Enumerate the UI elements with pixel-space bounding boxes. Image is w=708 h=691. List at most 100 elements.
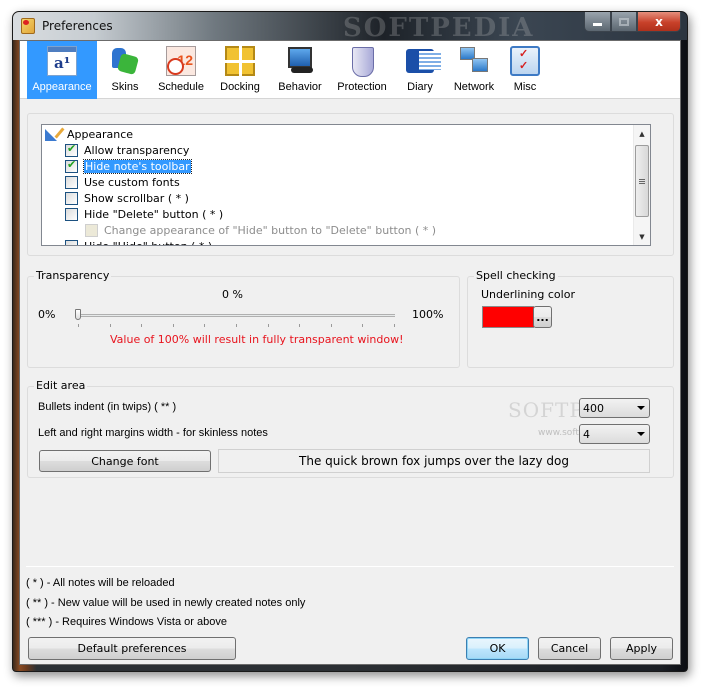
- transparency-warning: Value of 100% will result in fully trans…: [110, 333, 404, 346]
- font-preview: The quick brown fox jumps over the lazy …: [218, 449, 650, 473]
- book-icon: [405, 46, 441, 76]
- checkbox[interactable]: [65, 175, 78, 189]
- tree-option[interactable]: Use custom fonts: [65, 174, 180, 190]
- slider-tick: [173, 324, 174, 327]
- option-label: Allow transparency: [84, 143, 190, 157]
- option-label: Hide note's toolbar: [83, 158, 192, 174]
- slider-tick: [141, 324, 142, 327]
- tab-label: Protection: [337, 81, 387, 93]
- tree-option[interactable]: Allow transparency: [65, 142, 189, 158]
- tab-protection[interactable]: Protection: [329, 41, 395, 99]
- category-toolbar: Appearance Skins Schedule Docking Behavi…: [20, 41, 680, 99]
- tree-root-label: Appearance: [67, 127, 134, 141]
- option-label: Use custom fonts: [84, 175, 180, 189]
- ok-button[interactable]: OK: [466, 637, 529, 660]
- tab-skins[interactable]: Skins: [97, 41, 153, 99]
- note-new-notes: ( ** ) - New value will be used in newly…: [26, 597, 306, 609]
- min-label: 0%: [38, 308, 56, 321]
- slider-tick: [299, 324, 300, 327]
- slider-tick: [78, 324, 79, 327]
- tree-root[interactable]: Appearance: [45, 126, 133, 142]
- tab-label: Appearance: [32, 81, 92, 93]
- bullets-indent-select[interactable]: 400: [579, 398, 650, 418]
- tab-label: Docking: [220, 81, 260, 93]
- app-icon: [21, 18, 35, 34]
- tab-behavior[interactable]: Behavior: [271, 41, 329, 99]
- max-label: 100%: [412, 308, 444, 321]
- tree-option[interactable]: Show scrollbar ( * ): [65, 190, 189, 206]
- options-tree[interactable]: Appearance Allow transparencyHide note's…: [41, 124, 651, 246]
- slider-tick: [236, 324, 237, 327]
- color-picker-button[interactable]: ...: [533, 306, 552, 328]
- spell-checking-legend: Spell checking: [474, 269, 558, 282]
- title-bar[interactable]: Preferences SOFTPEDIA x: [13, 12, 687, 43]
- note-vista: ( *** ) - Requires Windows Vista or abov…: [26, 616, 227, 628]
- underlining-color-label: Underlining color: [481, 288, 575, 301]
- footer-separator: [26, 566, 674, 567]
- tab-docking[interactable]: Docking: [209, 41, 271, 99]
- calendar-clock-icon: [166, 46, 196, 76]
- checkbox[interactable]: [65, 239, 78, 245]
- options-group: Appearance Allow transparencyHide note's…: [27, 113, 674, 256]
- checkbox[interactable]: [65, 191, 78, 205]
- scroll-up-arrow[interactable]: ▲: [634, 125, 650, 142]
- default-preferences-button[interactable]: Default preferences: [28, 637, 236, 660]
- transparency-legend: Transparency: [34, 269, 112, 282]
- checkbox[interactable]: [65, 158, 78, 173]
- spell-checking-group: Spell checking Underlining color ...: [467, 269, 674, 368]
- tab-network[interactable]: Network: [445, 41, 503, 99]
- margins-width-value: 4: [583, 427, 590, 441]
- margins-width-select[interactable]: 4: [579, 424, 650, 444]
- minimize-button[interactable]: [584, 12, 611, 32]
- scroll-thumb[interactable]: [635, 145, 649, 217]
- tab-appearance[interactable]: Appearance: [27, 41, 97, 99]
- transparency-value: 0 %: [222, 288, 243, 301]
- scroll-down-arrow[interactable]: ▼: [634, 228, 650, 245]
- edit-area-legend: Edit area: [34, 379, 88, 392]
- tab-label: Schedule: [158, 81, 204, 93]
- tree-scrollbar[interactable]: ▲ ▼: [633, 125, 650, 245]
- tab-label: Skins: [111, 81, 139, 93]
- option-label: Change appearance of "Hide" button to "D…: [104, 223, 437, 237]
- tab-misc[interactable]: Misc: [503, 41, 547, 99]
- checklist-icon: [510, 46, 540, 76]
- close-button[interactable]: x: [637, 12, 681, 32]
- computer-icon: [285, 46, 315, 76]
- tab-label: Misc: [513, 81, 537, 93]
- chevron-down-icon: [637, 406, 645, 410]
- chevron-down-icon: [637, 432, 645, 436]
- shield-icon: [347, 46, 377, 77]
- maximize-button[interactable]: [611, 12, 637, 32]
- tree-option[interactable]: Change appearance of "Hide" button to "D…: [85, 222, 436, 238]
- tree-option[interactable]: Hide "Delete" button ( * ): [65, 206, 223, 222]
- transparency-group: Transparency 0 % 0% 100% Value of 100% w…: [27, 269, 460, 368]
- slider-tick: [362, 324, 363, 327]
- dialog-client: Appearance Skins Schedule Docking Behavi…: [19, 40, 681, 665]
- slider-tick: [394, 324, 395, 327]
- tree-option[interactable]: Hide "Hide" button ( * ): [65, 238, 212, 245]
- tab-label: Network: [453, 81, 495, 93]
- slider-tick: [110, 324, 111, 327]
- option-label: Hide "Delete" button ( * ): [84, 207, 224, 221]
- margins-width-label: Left and right margins width - for skinl…: [38, 427, 268, 439]
- tree-option[interactable]: Hide note's toolbar: [65, 158, 192, 174]
- docking-grid-icon: [225, 46, 255, 76]
- transparency-slider-thumb[interactable]: [75, 309, 81, 320]
- tab-schedule[interactable]: Schedule: [153, 41, 209, 99]
- tab-diary[interactable]: Diary: [395, 41, 445, 99]
- apply-button[interactable]: Apply: [610, 637, 673, 660]
- network-icon: [459, 46, 489, 76]
- option-label: Show scrollbar ( * ): [84, 191, 189, 205]
- preferences-window: Preferences SOFTPEDIA x Appearance Skins…: [12, 11, 688, 672]
- cancel-button[interactable]: Cancel: [538, 637, 601, 660]
- change-font-button[interactable]: Change font: [39, 450, 211, 472]
- close-icon: x: [655, 14, 663, 29]
- caption-buttons: x: [584, 12, 681, 32]
- checkbox[interactable]: [65, 207, 78, 221]
- checkbox[interactable]: [65, 142, 78, 157]
- checkbox: [85, 223, 98, 237]
- tab-label: Diary: [407, 81, 433, 93]
- appearance-tree-icon: [45, 127, 61, 141]
- transparency-slider-track[interactable]: [77, 314, 395, 317]
- underlining-color-swatch[interactable]: [482, 306, 534, 328]
